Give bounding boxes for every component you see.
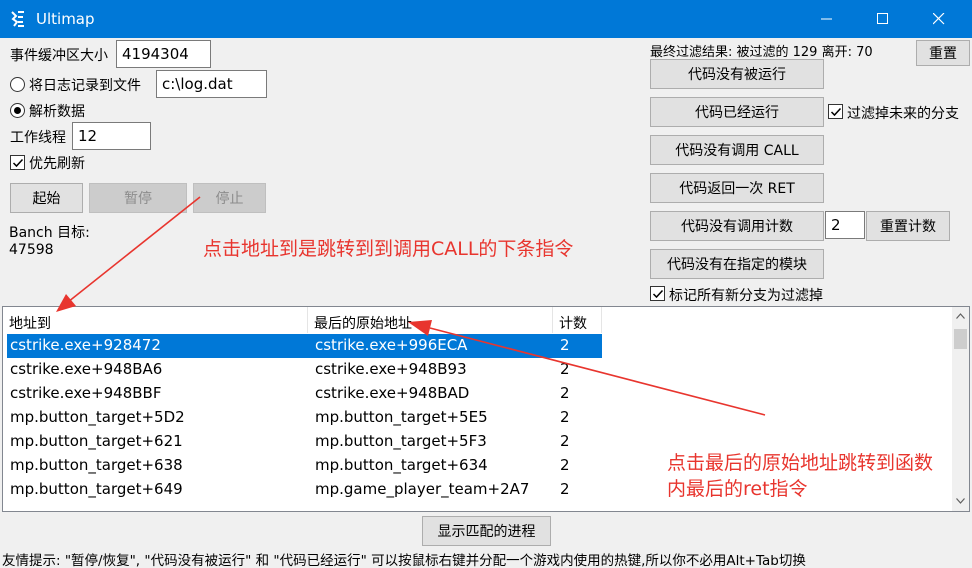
cell-count: 2 — [560, 456, 570, 474]
mark-new-branches-label: 标记所有新分支为过滤掉 — [669, 288, 823, 304]
filter-future-branches-label: 过滤掉未来的分支 — [847, 106, 959, 122]
branch-target-value: 47598 — [9, 242, 54, 258]
worker-threads-input[interactable]: 12 — [72, 122, 151, 150]
cell-address-to: mp.button_target+649 — [10, 480, 183, 498]
table-row[interactable]: mp.button_target+621 mp.button_target+5F… — [7, 430, 602, 454]
mark-new-branches-checkbox[interactable] — [650, 286, 665, 301]
no-call-count-button[interactable]: 代码没有调用计数 — [650, 211, 824, 241]
title-bar: Ultimap — [0, 0, 972, 38]
checkmark-icon — [12, 158, 24, 168]
annotation-address-to-note: 点击地址到是跳转到到调用CALL的下条指令 — [203, 238, 574, 260]
maximize-button[interactable] — [860, 0, 906, 38]
cell-address-to: cstrike.exe+928472 — [10, 336, 161, 354]
annotation-original-address-note-line1: 点击最后的原始地址跳转到函数 — [667, 452, 934, 474]
ret-once-button[interactable]: 代码返回一次 RET — [650, 173, 824, 203]
filter-future-branches-checkbox[interactable] — [828, 104, 843, 119]
cell-last-original-address: cstrike.exe+996ECA — [315, 336, 468, 354]
parse-data-radio[interactable] — [10, 103, 25, 118]
column-header-count[interactable]: 计数 — [553, 307, 602, 333]
table-row[interactable]: cstrike.exe+948BA6 cstrike.exe+948B93 2 — [7, 358, 602, 382]
scroll-up-icon[interactable] — [956, 313, 965, 319]
branch-list[interactable]: 地址到 最后的原始地址 计数 cstrike.exe+928472 cstrik… — [2, 306, 970, 512]
cell-address-to: mp.button_target+5D2 — [10, 408, 185, 426]
table-row[interactable]: mp.button_target+638 mp.button_target+63… — [7, 454, 602, 478]
log-to-file-radio[interactable] — [10, 77, 25, 92]
cell-address-to: cstrike.exe+948BA6 — [10, 360, 163, 378]
hint-text: 友情提示: "暂停/恢复", "代码没有被运行" 和 "代码已经运行" 可以按鼠… — [2, 553, 806, 568]
buffer-size-input[interactable]: 4194304 — [116, 40, 211, 68]
checkmark-icon — [830, 107, 842, 117]
cell-count: 2 — [560, 408, 570, 426]
cell-last-original-address: cstrike.exe+948B93 — [315, 360, 467, 378]
window-title: Ultimap — [36, 10, 95, 28]
cell-last-original-address: mp.button_target+5F3 — [315, 432, 487, 450]
minimize-icon — [821, 18, 832, 20]
close-button[interactable] — [916, 0, 962, 38]
stop-button[interactable]: 停止 — [193, 183, 266, 213]
cell-count: 2 — [560, 360, 570, 378]
show-matching-process-button[interactable]: 显示匹配的进程 — [422, 516, 551, 546]
call-count-input[interactable]: 2 — [825, 211, 865, 239]
minimize-button[interactable] — [804, 0, 850, 38]
cell-last-original-address: mp.button_target+5E5 — [315, 408, 488, 426]
cell-count: 2 — [560, 480, 570, 498]
start-button[interactable]: 起始 — [10, 183, 83, 213]
cell-count: 2 — [560, 336, 570, 354]
worker-threads-label: 工作线程 — [10, 130, 66, 146]
annotation-original-address-note-line2: 内最后的ret指令 — [667, 478, 808, 500]
cell-last-original-address: cstrike.exe+948BAD — [315, 384, 470, 402]
column-header-last-original-address[interactable]: 最后的原始地址 — [308, 307, 553, 333]
close-icon — [933, 13, 945, 25]
parse-data-label: 解析数据 — [29, 104, 85, 120]
cell-count: 2 — [560, 432, 570, 450]
cell-count: 2 — [560, 384, 570, 402]
table-row[interactable]: mp.button_target+5D2 mp.button_target+5E… — [7, 406, 602, 430]
log-to-file-label: 将日志记录到文件 — [29, 78, 141, 94]
ultimap-logo-icon — [11, 11, 24, 27]
filter-result-text: 最终过滤结果: 被过滤的 129 离开: 70 — [650, 45, 873, 60]
branch-target-label: Banch 目标: — [9, 225, 90, 241]
not-in-module-button[interactable]: 代码没有在指定的模块 — [650, 249, 824, 279]
cell-address-to: cstrike.exe+948BBF — [10, 384, 162, 402]
pause-button[interactable]: 暂停 — [89, 183, 187, 213]
priority-refresh-label: 优先刷新 — [29, 156, 85, 172]
reset-count-button[interactable]: 重置计数 — [866, 211, 950, 241]
annotation-arrow-left — [56, 196, 201, 312]
column-header-address-to[interactable]: 地址到 — [3, 307, 308, 333]
cell-last-original-address: mp.game_player_team+2A7 — [315, 480, 530, 498]
table-row[interactable]: mp.button_target+649 mp.game_player_team… — [7, 478, 602, 502]
cell-last-original-address: mp.button_target+634 — [315, 456, 488, 474]
scroll-down-icon[interactable] — [956, 498, 965, 504]
checkmark-icon — [652, 289, 664, 299]
priority-refresh-checkbox[interactable] — [10, 155, 25, 170]
log-path-input[interactable]: c:\log.dat — [156, 70, 267, 98]
no-call-button[interactable]: 代码没有调用 CALL — [650, 135, 824, 165]
scrollbar-thumb[interactable] — [954, 329, 967, 349]
list-vertical-scrollbar[interactable] — [952, 307, 969, 511]
cell-address-to: mp.button_target+621 — [10, 432, 183, 450]
table-row[interactable]: cstrike.exe+928472 cstrike.exe+996ECA 2 — [7, 334, 602, 358]
buffer-size-label: 事件缓冲区大小 — [10, 48, 108, 64]
code-not-executed-button[interactable]: 代码没有被运行 — [650, 59, 824, 89]
maximize-icon — [877, 13, 888, 24]
code-executed-button[interactable]: 代码已经运行 — [650, 97, 824, 127]
cell-address-to: mp.button_target+638 — [10, 456, 183, 474]
reset-filter-button[interactable]: 重置 — [916, 40, 970, 66]
table-row[interactable]: cstrike.exe+948BBF cstrike.exe+948BAD 2 — [7, 382, 602, 406]
